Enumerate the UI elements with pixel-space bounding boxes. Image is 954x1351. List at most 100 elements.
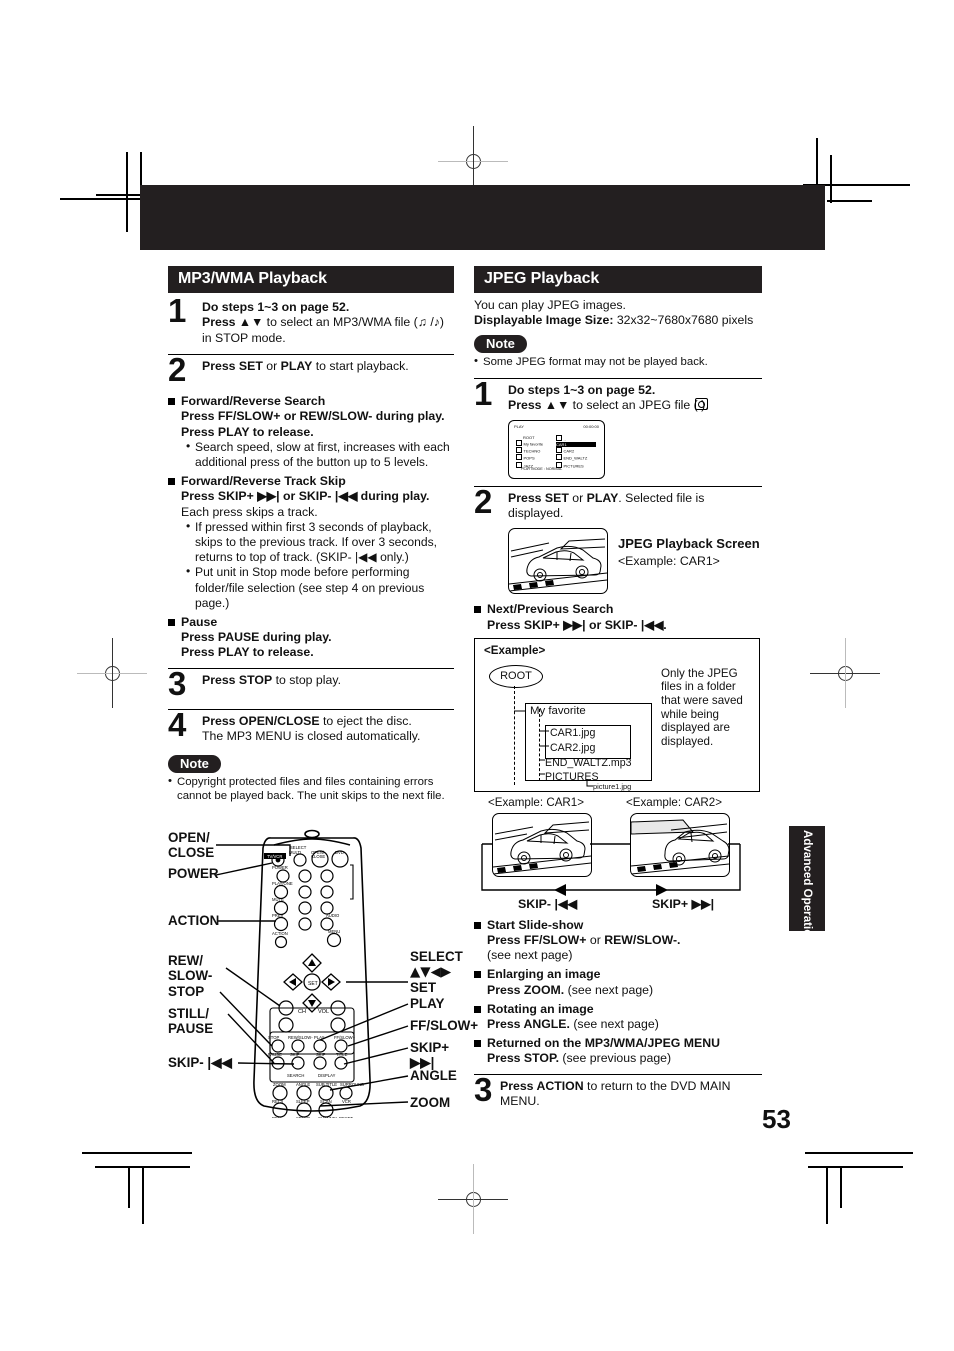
step-1-line2-bold: Press ▲▼ bbox=[202, 315, 264, 330]
subsection-enlarging-image: Enlarging an image Press ZOOM. (see next… bbox=[474, 967, 762, 997]
step-2-b1: Press SET bbox=[202, 359, 263, 374]
step-4-line2: The MP3 MENU is closed automatically. bbox=[202, 729, 421, 744]
osd-left-item: TECHNO bbox=[516, 447, 554, 454]
subsection-line-bold: Press ZOOM. bbox=[487, 982, 565, 997]
divider-step1 bbox=[168, 354, 454, 356]
remote-label-rew-slow: REW/SLOW- bbox=[168, 953, 213, 983]
subsection-line-1: Press PAUSE during play. bbox=[181, 630, 332, 645]
remote-label-zoom: ZOOM bbox=[410, 1095, 451, 1110]
subsection-title: Forward/Reverse Track Skip bbox=[181, 474, 346, 489]
skip-plus-label: SKIP+ ▶▶| bbox=[652, 896, 715, 911]
step-2-b2: PLAY bbox=[280, 359, 313, 374]
divider-step3 bbox=[168, 667, 454, 669]
remote-label-power: POWER bbox=[168, 866, 219, 881]
step-number: 1 bbox=[168, 292, 187, 329]
divider-step4 bbox=[168, 708, 454, 710]
jpeg-playback-screen-title: JPEG Playback Screen bbox=[618, 536, 760, 552]
subsection-line-bold: Press FF/SLOW+ bbox=[487, 933, 587, 948]
subsection-forward-reverse-search: Forward/Reverse Search Press FF/SLOW+ or… bbox=[168, 394, 454, 470]
jpeg-step1-line2-bold: Press ▲▼ bbox=[508, 398, 570, 413]
jpeg-step3-b1: Press ACTION bbox=[500, 1078, 584, 1093]
note-block-left: Note Copyright protected files and files… bbox=[168, 755, 454, 803]
step-number: 2 bbox=[474, 482, 493, 520]
jpeg-file-icon bbox=[694, 398, 708, 411]
section-heading-jpeg: JPEG Playback bbox=[474, 266, 762, 293]
subsection-line-rest: (see next page) bbox=[569, 1017, 659, 1032]
subsection-title: Pause bbox=[181, 615, 218, 630]
side-tab-label: Advanced Operation bbox=[801, 830, 814, 944]
subsection-start-slideshow: Start Slide-show Press FF/SLOW+ or REW/S… bbox=[474, 918, 762, 964]
step-2-jpeg: 2 Press SET or PLAY. Selected file is di… bbox=[474, 485, 762, 522]
osd-title: PLAY bbox=[514, 423, 524, 429]
remote-control-diagram: SET CH VOL TV/VCR SELECT MULTI OPEN/ CLO… bbox=[168, 818, 478, 1121]
step-3-mp3: 3 Press STOP to stop play. bbox=[168, 667, 454, 702]
remote-label-ff-slow: FF/SLOW+ bbox=[410, 1018, 479, 1033]
subsection-pause: Pause Press PAUSE during play. Press PLA… bbox=[168, 615, 454, 661]
subsection-return-to-menu: Returned on the MP3/WMA/JPEG MENU Press … bbox=[474, 1036, 762, 1066]
osd-right-item: .. bbox=[556, 434, 600, 442]
jpeg-step2-r1: or bbox=[568, 490, 587, 505]
subsection-title: Next/Previous Search bbox=[487, 602, 614, 617]
subsection-line-2: Press PLAY to release. bbox=[181, 645, 314, 660]
subsection-bullet: Put unit in Stop mode before performing … bbox=[186, 564, 454, 611]
step-2-r1: or bbox=[262, 359, 281, 374]
divider-jpeg-step1 bbox=[474, 377, 762, 379]
subsection-track-skip: Forward/Reverse Track Skip Press SKIP+ ▶… bbox=[168, 474, 454, 611]
subsection-line-2: Press PLAY to release. bbox=[181, 424, 314, 439]
osd-mp3-menu-screen: PLAY 00:00:00 ROOT My favorite TECHNO PO… bbox=[508, 419, 605, 479]
osd-right-item: PICTURES bbox=[556, 461, 600, 469]
step-number: 4 bbox=[168, 705, 187, 743]
subsection-line-bold2: REW/SLOW-. bbox=[604, 933, 681, 948]
step-4-mp3: 4 Press OPEN/CLOSE to eject the disc. Th… bbox=[168, 708, 454, 745]
skip-navigation-diagram: <Example: CAR1> <Example: CAR2> SKIP- |◀… bbox=[474, 796, 762, 916]
divider-jpeg-step3 bbox=[474, 1073, 762, 1075]
divider-jpeg-step2 bbox=[474, 485, 762, 487]
displayable-size-label: Displayable Image Size: bbox=[474, 313, 614, 328]
label-line2: CLOSE bbox=[168, 845, 215, 860]
osd-time: 00:00:00 bbox=[583, 423, 599, 429]
jpeg-intro-line2: Displayable Image Size: 32x32~7680x7680 … bbox=[474, 313, 762, 328]
jpeg-playback-screen-image bbox=[508, 528, 608, 595]
remote-label-stop: STOP bbox=[168, 984, 205, 999]
subsection-title: Rotating an image bbox=[487, 1001, 594, 1016]
remote-label-select-set: SELECT ▲▼◀▶ SET bbox=[410, 949, 463, 995]
subsection-line-1: Press SKIP+ ▶▶| or SKIP- |◀◀ during play… bbox=[181, 489, 430, 504]
remote-label-open-close: OPEN/ CLOSE bbox=[168, 830, 214, 860]
subsection-title: Enlarging an image bbox=[487, 967, 601, 982]
subsection-line-rest: or bbox=[586, 933, 605, 948]
remote-label-skip-minus: SKIP- |◀◀ bbox=[168, 1055, 232, 1070]
step-number: 3 bbox=[474, 1070, 493, 1108]
subsection-line: Press SKIP+ ▶▶| or SKIP- |◀◀. bbox=[487, 617, 667, 632]
subsection-line-1: Press FF/SLOW+ or REW/SLOW- during play. bbox=[181, 409, 445, 424]
example-note-text: Only the JPEG files in a folder that wer… bbox=[661, 666, 743, 748]
subsection-extra: (see next page) bbox=[487, 948, 573, 963]
subsection-bullet: Search speed, slow at first, increases w… bbox=[186, 439, 454, 470]
osd-screen-wrapper: PLAY 00:00:00 ROOT My favorite TECHNO PO… bbox=[508, 419, 762, 479]
osd-right-item: CAR2 bbox=[556, 447, 600, 454]
jpeg-playback-screen-row: JPEG Playback Screen <Example: CAR1> bbox=[508, 528, 762, 595]
section-heading-mp3wma: MP3/WMA Playback bbox=[168, 266, 454, 293]
note-text: Some JPEG format may not be played back. bbox=[474, 355, 762, 369]
step-4-r1: to eject the disc. bbox=[319, 713, 412, 728]
note-label: Note bbox=[168, 755, 221, 774]
step-3-jpeg: 3 Press ACTION to return to the DVD MAIN… bbox=[474, 1073, 762, 1110]
step-number: 1 bbox=[474, 374, 493, 412]
subsection-line-bold: Press ANGLE. bbox=[487, 1017, 570, 1032]
osd-left-item: My favorite bbox=[516, 440, 554, 447]
jpeg-step2-b1: Press SET bbox=[508, 490, 569, 505]
step-4-b1: Press OPEN/CLOSE bbox=[202, 713, 320, 728]
jpeg-step1-line1: Do steps 1~3 on page 52. bbox=[508, 382, 656, 397]
jpeg-step1-line2-rest: to select an JPEG file ( ). bbox=[569, 398, 709, 413]
remote-label-angle: ANGLE bbox=[410, 1068, 457, 1083]
jpeg-step2-b2: PLAY bbox=[586, 490, 619, 505]
note-block-right: Note Some JPEG format may not be played … bbox=[474, 335, 762, 369]
step-2-r2: to start playback. bbox=[312, 359, 409, 374]
step-number: 2 bbox=[168, 351, 187, 389]
subsection-title: Returned on the MP3/WMA/JPEG MENU bbox=[487, 1036, 720, 1051]
subsection-bullet: If pressed within first 3 seconds of pla… bbox=[186, 519, 454, 566]
osd-left-item: POPS bbox=[516, 454, 554, 461]
jpeg-intro-line1: You can play JPEG images. bbox=[474, 298, 626, 312]
osd-right-item: END_WALTZ bbox=[556, 454, 600, 461]
subsection-title: Forward/Reverse Search bbox=[181, 394, 326, 409]
right-column: JPEG Playback You can play JPEG images. … bbox=[474, 266, 762, 1109]
